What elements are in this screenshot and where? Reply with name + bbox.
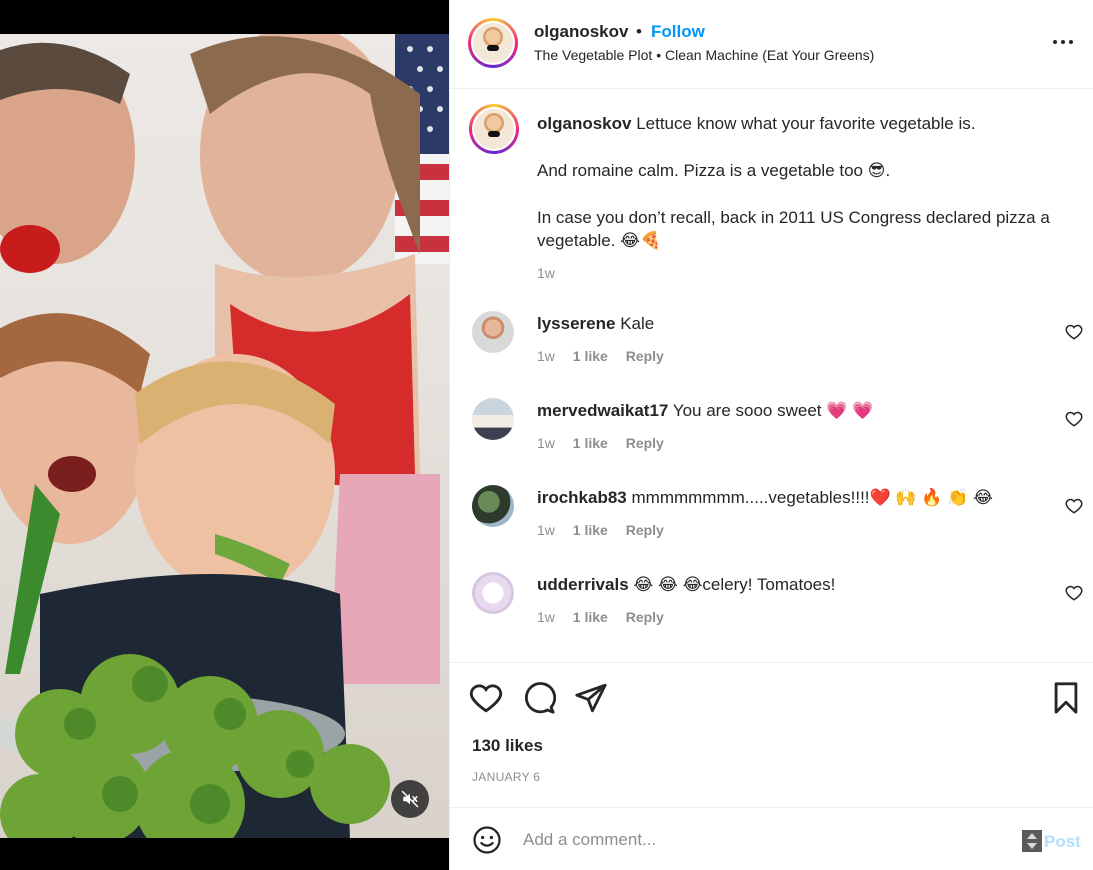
share-send-icon[interactable] — [574, 681, 608, 715]
post-header: olganoskov • Follow The Vegetable Plot •… — [450, 0, 1093, 89]
comment-text: mmmmmmmm.....vegetables!!!!❤️ 🙌 🔥 👏 😂 — [631, 488, 993, 507]
like-heart-icon[interactable] — [469, 681, 503, 715]
comment-time[interactable]: 1w — [537, 522, 555, 538]
commenter-username[interactable]: udderrivals — [537, 575, 629, 594]
video-still-image — [0, 34, 449, 838]
comment-item: irochkab83 mmmmmmmm.....vegetables!!!!❤️… — [450, 485, 1093, 555]
comment-text: Kale — [620, 314, 655, 333]
reply-button[interactable]: Reply — [626, 435, 664, 451]
author-username[interactable]: olganoskov — [534, 22, 628, 42]
heart-outline-icon[interactable] — [1065, 323, 1083, 341]
video-frame[interactable] — [0, 34, 449, 838]
audio-label[interactable]: The Vegetable Plot • Clean Machine (Eat … — [534, 47, 874, 63]
comment-bubble-icon[interactable] — [522, 681, 556, 715]
bookmark-icon[interactable] — [1049, 681, 1083, 715]
separator-dot: • — [636, 22, 642, 41]
caption-line-2: And romaine calm. Pizza is a vegetable t… — [537, 161, 891, 180]
post-comment-button[interactable]: Post — [1044, 832, 1081, 852]
speaker-muted-icon — [401, 790, 419, 808]
mute-toggle-button[interactable] — [391, 780, 429, 818]
author-avatar[interactable] — [468, 18, 518, 68]
comment-item: udderrivals 😂 😂 😂celery! Tomatoes! 1w 1 … — [450, 572, 1093, 642]
comment-item: lysserene Kale 1w 1 like Reply — [450, 311, 1093, 381]
commenter-avatar[interactable] — [472, 311, 514, 353]
comment-time[interactable]: 1w — [537, 609, 555, 625]
comment-text: 😂 😂 😂celery! Tomatoes! — [633, 575, 836, 594]
comment-time[interactable]: 1w — [537, 348, 555, 364]
commenter-username[interactable]: lysserene — [537, 314, 615, 333]
commenter-avatar[interactable] — [472, 572, 514, 614]
comment-item: mervedwaikat17 You are sooo sweet 💗 💗 1w… — [450, 398, 1093, 468]
follow-button[interactable]: Follow — [651, 22, 705, 42]
reply-button[interactable]: Reply — [626, 609, 664, 625]
scroll-arrows-icon[interactable] — [1022, 830, 1042, 852]
reply-button[interactable]: Reply — [626, 348, 664, 364]
heart-outline-icon[interactable] — [1065, 584, 1083, 602]
commenter-avatar[interactable] — [472, 485, 514, 527]
caption-timestamp[interactable]: 1w — [537, 262, 1077, 285]
commenter-avatar[interactable] — [472, 398, 514, 440]
caption-line-1: Lettuce know what your favorite vegetabl… — [636, 114, 976, 133]
reply-button[interactable]: Reply — [626, 522, 664, 538]
commenter-username[interactable]: mervedwaikat17 — [537, 401, 668, 420]
comment-likes[interactable]: 1 like — [573, 435, 608, 451]
post-media[interactable] — [0, 0, 449, 870]
heart-outline-icon[interactable] — [1065, 410, 1083, 428]
comment-time[interactable]: 1w — [537, 435, 555, 451]
emoji-smiley-icon[interactable] — [472, 825, 502, 855]
comment-composer: Post — [450, 807, 1093, 870]
comment-likes[interactable]: 1 like — [573, 348, 608, 364]
comment-likes[interactable]: 1 like — [573, 609, 608, 625]
add-comment-input[interactable] — [523, 826, 1003, 854]
post-date[interactable]: JANUARY 6 — [472, 770, 540, 784]
like-count[interactable]: 130 likes — [472, 736, 543, 756]
heart-outline-icon[interactable] — [1065, 497, 1083, 515]
post-actions: 130 likes JANUARY 6 — [450, 662, 1093, 807]
comment-text: You are sooo sweet 💗 💗 — [672, 401, 874, 420]
caption-line-3: In case you don’t recall, back in 2011 U… — [537, 208, 1050, 250]
commenter-username[interactable]: irochkab83 — [537, 488, 627, 507]
post-details-panel: olganoskov • Follow The Vegetable Plot •… — [449, 0, 1093, 870]
caption-author-avatar[interactable] — [469, 104, 519, 154]
post-caption: olganoskov Lettuce know what your favori… — [537, 112, 1077, 285]
more-horizontal-icon[interactable] — [1048, 30, 1078, 54]
caption-username[interactable]: olganoskov — [537, 114, 631, 133]
comment-likes[interactable]: 1 like — [573, 522, 608, 538]
